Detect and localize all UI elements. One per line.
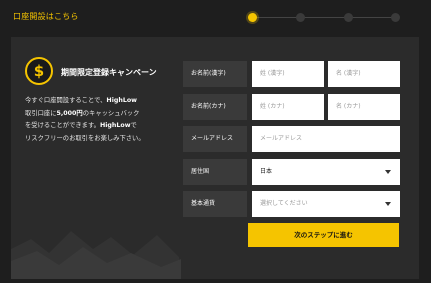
step-progress-line xyxy=(252,17,396,18)
country-select-value: 日本 xyxy=(260,168,273,175)
email-label: メールアドレス xyxy=(183,126,247,152)
name-kanji-row: お名前(漢字) 姓 (漢字) 名 (漢字) xyxy=(183,61,400,87)
promo-title: 期間限定登録キャンペーン xyxy=(61,68,157,77)
step-dot-4 xyxy=(391,13,400,22)
dollar-coin-icon: $ xyxy=(25,57,53,85)
page-title: 口座開設はこちら xyxy=(13,12,79,21)
step-dot-1 xyxy=(248,13,257,22)
email-row: メールアドレス メールアドレス xyxy=(183,126,400,152)
country-select[interactable]: 日本 xyxy=(252,159,400,185)
last-name-kanji-input[interactable]: 姓 (漢字) xyxy=(252,61,324,87)
header-bar: 口座開設はこちら xyxy=(0,0,431,34)
name-kana-row: お名前(カナ) 姓 (カナ) 名 (カナ) xyxy=(183,94,400,120)
step-progress xyxy=(248,12,400,24)
email-input[interactable]: メールアドレス xyxy=(252,126,400,152)
currency-select[interactable]: 選択してください xyxy=(252,191,400,217)
currency-label: 基本通貨 xyxy=(183,191,247,217)
step-dot-2 xyxy=(296,13,305,22)
currency-select-placeholder: 選択してください xyxy=(260,200,308,207)
country-row: 居住国 日本 xyxy=(183,159,400,185)
next-step-button[interactable]: 次のステップに進む xyxy=(248,223,399,247)
last-name-kana-input[interactable]: 姓 (カナ) xyxy=(252,94,324,120)
registration-panel: $ 期間限定登録キャンペーン 今すぐ口座開設することで、HighLow 取引口座… xyxy=(11,37,419,279)
first-name-kanji-input[interactable]: 名 (漢字) xyxy=(328,61,400,87)
first-name-kana-input[interactable]: 名 (カナ) xyxy=(328,94,400,120)
chevron-down-icon xyxy=(385,202,391,206)
currency-row: 基本通貨 選択してください xyxy=(183,191,400,217)
name-kana-label: お名前(カナ) xyxy=(183,94,247,120)
step-dot-3 xyxy=(344,13,353,22)
country-label: 居住国 xyxy=(183,159,247,185)
chevron-down-icon xyxy=(385,170,391,174)
name-kanji-label: お名前(漢字) xyxy=(183,61,247,87)
promo-description: 今すぐ口座開設することで、HighLow 取引口座に5,000円のキャッシュバッ… xyxy=(25,97,145,142)
